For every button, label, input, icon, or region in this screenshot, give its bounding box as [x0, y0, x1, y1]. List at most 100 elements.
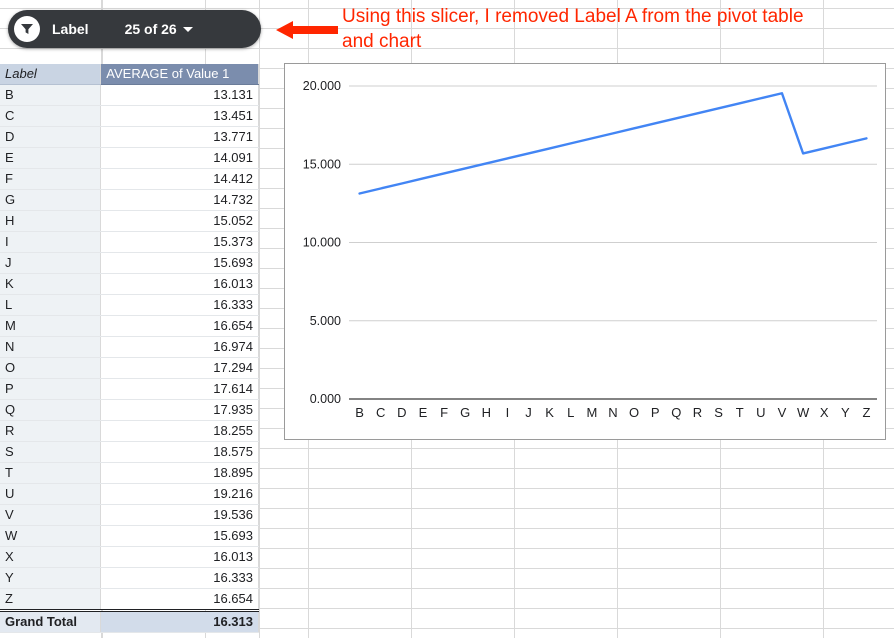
cell-value: 16.013: [101, 547, 259, 568]
cell-label: J: [0, 253, 101, 274]
chart-y-tick-label: 20.000: [303, 79, 341, 93]
cell-value: 15.052: [101, 211, 259, 232]
chart-x-tick-label: B: [355, 405, 364, 420]
cell-value: 16.333: [101, 568, 259, 589]
cell-value: 15.373: [101, 232, 259, 253]
table-row: B13.131: [0, 85, 259, 106]
cell-label: W: [0, 526, 101, 547]
cell-value: 16.654: [101, 589, 259, 611]
chart-x-tick-label: P: [651, 405, 660, 420]
table-row: J15.693: [0, 253, 259, 274]
slicer-count-text: 25 of 26: [125, 21, 177, 37]
table-row: R18.255: [0, 421, 259, 442]
table-row: G14.732: [0, 190, 259, 211]
table-row: P17.614: [0, 379, 259, 400]
cell-value: 18.255: [101, 421, 259, 442]
chart-x-tick-label: S: [714, 405, 723, 420]
pivot-table: Label AVERAGE of Value 1 B13.131C13.451D…: [0, 64, 259, 633]
table-row: L16.333: [0, 295, 259, 316]
annotation-left-arrow-icon: [276, 21, 338, 39]
cell-label: T: [0, 463, 101, 484]
cell-label: M: [0, 316, 101, 337]
table-row: K16.013: [0, 274, 259, 295]
slicer-control[interactable]: Label 25 of 26: [8, 10, 261, 48]
column-header-label[interactable]: Label: [0, 64, 101, 85]
cell-value: 16.974: [101, 337, 259, 358]
chart-x-tick-label: G: [460, 405, 470, 420]
table-row: F14.412: [0, 169, 259, 190]
table-row: X16.013: [0, 547, 259, 568]
cell-label: N: [0, 337, 101, 358]
table-row: O17.294: [0, 358, 259, 379]
cell-value: 17.935: [101, 400, 259, 421]
chart-x-tick-label: Z: [862, 405, 870, 420]
cell-value: 13.771: [101, 127, 259, 148]
cell-label: I: [0, 232, 101, 253]
chart-x-tick-label: N: [608, 405, 617, 420]
cell-value: 18.895: [101, 463, 259, 484]
table-row: T18.895: [0, 463, 259, 484]
table-row: C13.451: [0, 106, 259, 127]
cell-value: 13.451: [101, 106, 259, 127]
line-chart-panel[interactable]: 0.0005.00010.00015.00020.000 BCDEFGHIJKL…: [284, 63, 886, 440]
chart-x-tick-label: Q: [671, 405, 681, 420]
chevron-down-icon: [183, 27, 193, 32]
table-row: H15.052: [0, 211, 259, 232]
chart-x-tick-label: L: [567, 405, 574, 420]
column-header-average-value1[interactable]: AVERAGE of Value 1: [101, 64, 259, 85]
chart-y-tick-label: 5.000: [310, 314, 341, 328]
chart-series-lines: [360, 93, 867, 193]
grand-total-value: 16.313: [101, 611, 259, 633]
table-row: U19.216: [0, 484, 259, 505]
cell-value: 15.693: [101, 253, 259, 274]
table-row: W15.693: [0, 526, 259, 547]
slicer-selection-count[interactable]: 25 of 26: [125, 21, 193, 37]
cell-label: L: [0, 295, 101, 316]
table-row: N16.974: [0, 337, 259, 358]
cell-label: Y: [0, 568, 101, 589]
cell-label: E: [0, 148, 101, 169]
chart-x-tick-label: F: [440, 405, 448, 420]
chart-x-tick-label: J: [525, 405, 532, 420]
table-row: E14.091: [0, 148, 259, 169]
table-row: S18.575: [0, 442, 259, 463]
chart-x-tick-label: E: [419, 405, 428, 420]
chart-x-tick-label: I: [506, 405, 510, 420]
cell-label: Q: [0, 400, 101, 421]
chart-x-tick-label: K: [545, 405, 554, 420]
cell-value: 18.575: [101, 442, 259, 463]
chart-y-axis-labels: 0.0005.00010.00015.00020.000: [303, 79, 341, 406]
cell-label: B: [0, 85, 101, 106]
grand-total-row: Grand Total16.313: [0, 611, 259, 633]
cell-value: 16.333: [101, 295, 259, 316]
chart-x-tick-label: O: [629, 405, 639, 420]
cell-value: 14.091: [101, 148, 259, 169]
grand-total-label: Grand Total: [0, 611, 101, 633]
filter-funnel-icon: [14, 16, 40, 42]
chart-x-tick-label: X: [820, 405, 829, 420]
table-row: D13.771: [0, 127, 259, 148]
table-row: I15.373: [0, 232, 259, 253]
table-row: Q17.935: [0, 400, 259, 421]
annotation-text: Using this slicer, I removed Label A fro…: [342, 4, 822, 54]
chart-x-tick-label: C: [376, 405, 385, 420]
cell-label: P: [0, 379, 101, 400]
cell-value: 19.216: [101, 484, 259, 505]
chart-y-tick-label: 10.000: [303, 236, 341, 250]
chart-x-tick-label: D: [397, 405, 406, 420]
cell-value: 13.131: [101, 85, 259, 106]
cell-value: 14.412: [101, 169, 259, 190]
cell-label: O: [0, 358, 101, 379]
cell-value: 17.614: [101, 379, 259, 400]
chart-x-tick-label: W: [797, 405, 810, 420]
table-row: V19.536: [0, 505, 259, 526]
cell-value: 17.294: [101, 358, 259, 379]
chart-line-series: [360, 93, 867, 193]
slicer-field-label: Label: [52, 21, 89, 37]
cell-label: V: [0, 505, 101, 526]
cell-value: 19.536: [101, 505, 259, 526]
cell-label: D: [0, 127, 101, 148]
cell-value: 16.654: [101, 316, 259, 337]
cell-label: G: [0, 190, 101, 211]
cell-label: R: [0, 421, 101, 442]
